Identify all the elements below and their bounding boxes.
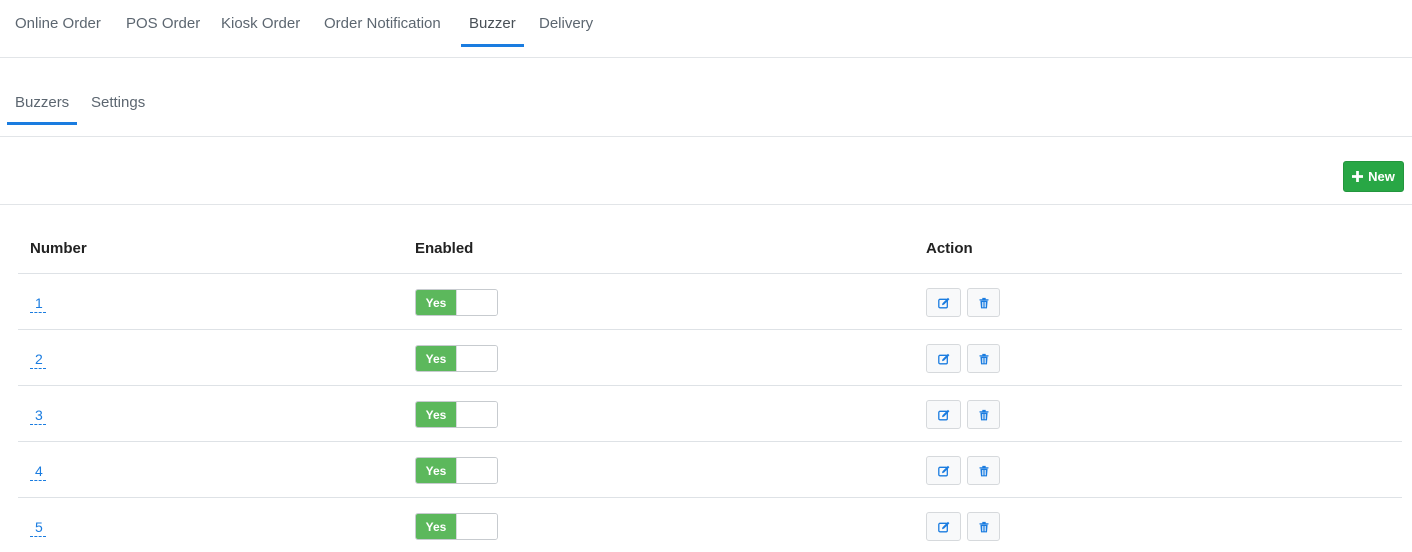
delete-button[interactable]: [967, 456, 1000, 485]
enabled-toggle[interactable]: Yes: [415, 345, 498, 372]
plus-icon: [1352, 171, 1364, 182]
table-row: 4 Yes: [18, 442, 1402, 498]
tab-buzzers[interactable]: Buzzers: [6, 93, 78, 125]
trash-icon: [979, 465, 988, 476]
buzzer-number-link[interactable]: 2: [30, 351, 46, 369]
toggle-handle: [456, 514, 497, 539]
edit-button[interactable]: [926, 400, 961, 429]
toggle-on-label: Yes: [416, 346, 456, 371]
toggle-on-label: Yes: [416, 402, 456, 427]
toggle-on-label: Yes: [416, 514, 456, 539]
edit-button[interactable]: [926, 288, 961, 317]
tab-delivery[interactable]: Delivery: [539, 14, 593, 46]
enabled-toggle[interactable]: Yes: [415, 457, 498, 484]
new-button[interactable]: New: [1343, 161, 1404, 192]
trash-icon: [979, 521, 988, 532]
edit-button[interactable]: [926, 456, 961, 485]
column-header-enabled: Enabled: [415, 240, 474, 257]
trash-icon: [979, 409, 988, 420]
enabled-toggle[interactable]: Yes: [415, 289, 498, 316]
tab-kiosk-order[interactable]: Kiosk Order: [221, 14, 300, 46]
column-header-number: Number: [30, 240, 87, 257]
tab-order-notification[interactable]: Order Notification: [324, 14, 441, 46]
toolbar: New: [0, 137, 1412, 205]
edit-icon: [937, 297, 949, 308]
tab-buzzer[interactable]: Buzzer: [461, 14, 524, 47]
delete-button[interactable]: [967, 400, 1000, 429]
edit-button[interactable]: [926, 344, 961, 373]
table-row: 1 Yes: [18, 274, 1402, 330]
edit-icon: [937, 465, 949, 476]
table-row: 3 Yes: [18, 386, 1402, 442]
buzzer-number-link[interactable]: 4: [30, 463, 46, 481]
table-row: 2 Yes: [18, 330, 1402, 386]
delete-button[interactable]: [967, 344, 1000, 373]
buzzers-table: Number Enabled Action 1 Yes 2 Yes 3 Yes …: [18, 224, 1402, 552]
buzzer-number-link[interactable]: 5: [30, 519, 46, 537]
toggle-on-label: Yes: [416, 290, 456, 315]
table-header: Number Enabled Action: [18, 224, 1402, 274]
edit-button[interactable]: [926, 512, 961, 541]
buzzer-number-link[interactable]: 1: [30, 295, 46, 313]
sub-nav-tabs: Buzzers Settings: [0, 58, 1412, 137]
delete-button[interactable]: [967, 288, 1000, 317]
column-header-action: Action: [926, 240, 973, 257]
table-body: 1 Yes 2 Yes 3 Yes 4 Yes 5 Yes: [18, 274, 1402, 552]
tab-pos-order[interactable]: POS Order: [126, 14, 200, 46]
edit-icon: [937, 353, 949, 364]
toggle-handle: [456, 290, 497, 315]
top-nav-tabs: Online Order POS Order Kiosk Order Order…: [0, 0, 1412, 58]
enabled-toggle[interactable]: Yes: [415, 401, 498, 428]
edit-icon: [937, 521, 949, 532]
buzzer-number-link[interactable]: 3: [30, 407, 46, 425]
toggle-handle: [456, 402, 497, 427]
edit-icon: [937, 409, 949, 420]
trash-icon: [979, 353, 988, 364]
toggle-handle: [456, 458, 497, 483]
tab-online-order[interactable]: Online Order: [15, 14, 101, 46]
tab-settings[interactable]: Settings: [91, 93, 145, 113]
new-button-label: New: [1368, 169, 1395, 184]
toggle-on-label: Yes: [416, 458, 456, 483]
trash-icon: [979, 297, 988, 308]
table-row: 5 Yes: [18, 498, 1402, 552]
toggle-handle: [456, 346, 497, 371]
enabled-toggle[interactable]: Yes: [415, 513, 498, 540]
delete-button[interactable]: [967, 512, 1000, 541]
